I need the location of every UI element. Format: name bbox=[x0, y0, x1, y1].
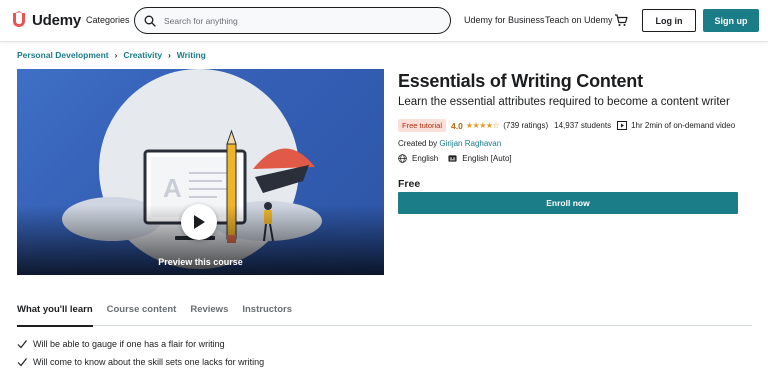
chevron-right-icon: › bbox=[168, 50, 171, 60]
captions-label: English [Auto] bbox=[462, 154, 512, 163]
cart-icon[interactable] bbox=[614, 13, 628, 27]
chevron-right-icon: › bbox=[114, 50, 118, 60]
captions-icon bbox=[448, 155, 457, 162]
learn-item-text: Will be able to gauge if one has a flair… bbox=[33, 339, 225, 349]
rating-value: 4.0 bbox=[451, 120, 463, 131]
check-icon bbox=[17, 340, 27, 349]
search-icon[interactable] bbox=[144, 15, 156, 27]
udemy-for-business-link[interactable]: Udemy for Business bbox=[464, 15, 545, 25]
search-input[interactable] bbox=[164, 15, 424, 26]
logo-text: Udemy bbox=[32, 11, 82, 29]
login-button[interactable]: Log in bbox=[642, 9, 696, 32]
course-preview[interactable]: A bbox=[17, 69, 384, 275]
enroll-button[interactable]: Enroll now bbox=[398, 192, 738, 214]
tab-course-content[interactable]: Course content bbox=[107, 300, 177, 326]
breadcrumb: Personal Development › Creativity › Writ… bbox=[17, 50, 206, 60]
globe-icon bbox=[398, 154, 407, 163]
students-count: 14,937 students bbox=[554, 121, 612, 130]
tab-reviews[interactable]: Reviews bbox=[190, 300, 228, 326]
author-link[interactable]: Girijan Raghavan bbox=[439, 139, 501, 148]
breadcrumb-link[interactable]: Creativity bbox=[123, 50, 162, 60]
breadcrumb-link[interactable]: Writing bbox=[177, 50, 206, 60]
course-meta: Free tutorial 4.0 ★★★★☆ (739 ratings) 14… bbox=[398, 119, 735, 132]
breadcrumb-link[interactable]: Personal Development bbox=[17, 50, 109, 60]
site-header: Udemy Categories Udemy for Business Teac… bbox=[0, 0, 768, 42]
language-row: English English [Auto] bbox=[398, 154, 512, 163]
created-by-label: Created by bbox=[398, 139, 438, 148]
categories-menu[interactable]: Categories bbox=[86, 15, 130, 25]
created-by: Created by Girijan Raghavan bbox=[398, 139, 501, 148]
video-icon bbox=[617, 121, 628, 130]
course-price: Free bbox=[398, 178, 421, 190]
udemy-logo-icon bbox=[13, 11, 25, 27]
preview-label[interactable]: Preview this course bbox=[17, 257, 384, 267]
language-label: English bbox=[412, 154, 439, 163]
search-bar[interactable] bbox=[134, 7, 451, 34]
free-tutorial-badge: Free tutorial bbox=[398, 119, 447, 132]
learn-item-text: Will come to know about the skill sets o… bbox=[33, 357, 265, 367]
play-icon bbox=[194, 215, 205, 229]
rating-stars-icon: ★★★★☆ bbox=[465, 121, 500, 130]
svg-text:A: A bbox=[163, 173, 182, 203]
signup-button[interactable]: Sign up bbox=[703, 9, 759, 32]
ratings-count[interactable]: (739 ratings) bbox=[503, 121, 548, 130]
play-button[interactable] bbox=[181, 204, 217, 240]
video-length: 1hr 2min of on-demand video bbox=[631, 121, 736, 130]
course-tabs: What you'll learn Course content Reviews… bbox=[17, 300, 752, 327]
teach-on-udemy-link[interactable]: Teach on Udemy bbox=[545, 15, 613, 25]
udemy-logo[interactable]: Udemy bbox=[9, 10, 81, 30]
learn-list-item: Will be able to gauge if one has a flair… bbox=[17, 339, 225, 349]
learn-list-item: Will come to know about the skill sets o… bbox=[17, 357, 264, 367]
tab-what-youll-learn[interactable]: What you'll learn bbox=[17, 300, 93, 327]
course-subtitle: Learn the essential attributes required … bbox=[398, 96, 730, 108]
course-title: Essentials of Writing Content bbox=[398, 71, 643, 91]
tab-instructors[interactable]: Instructors bbox=[242, 300, 292, 326]
check-icon bbox=[17, 358, 27, 367]
